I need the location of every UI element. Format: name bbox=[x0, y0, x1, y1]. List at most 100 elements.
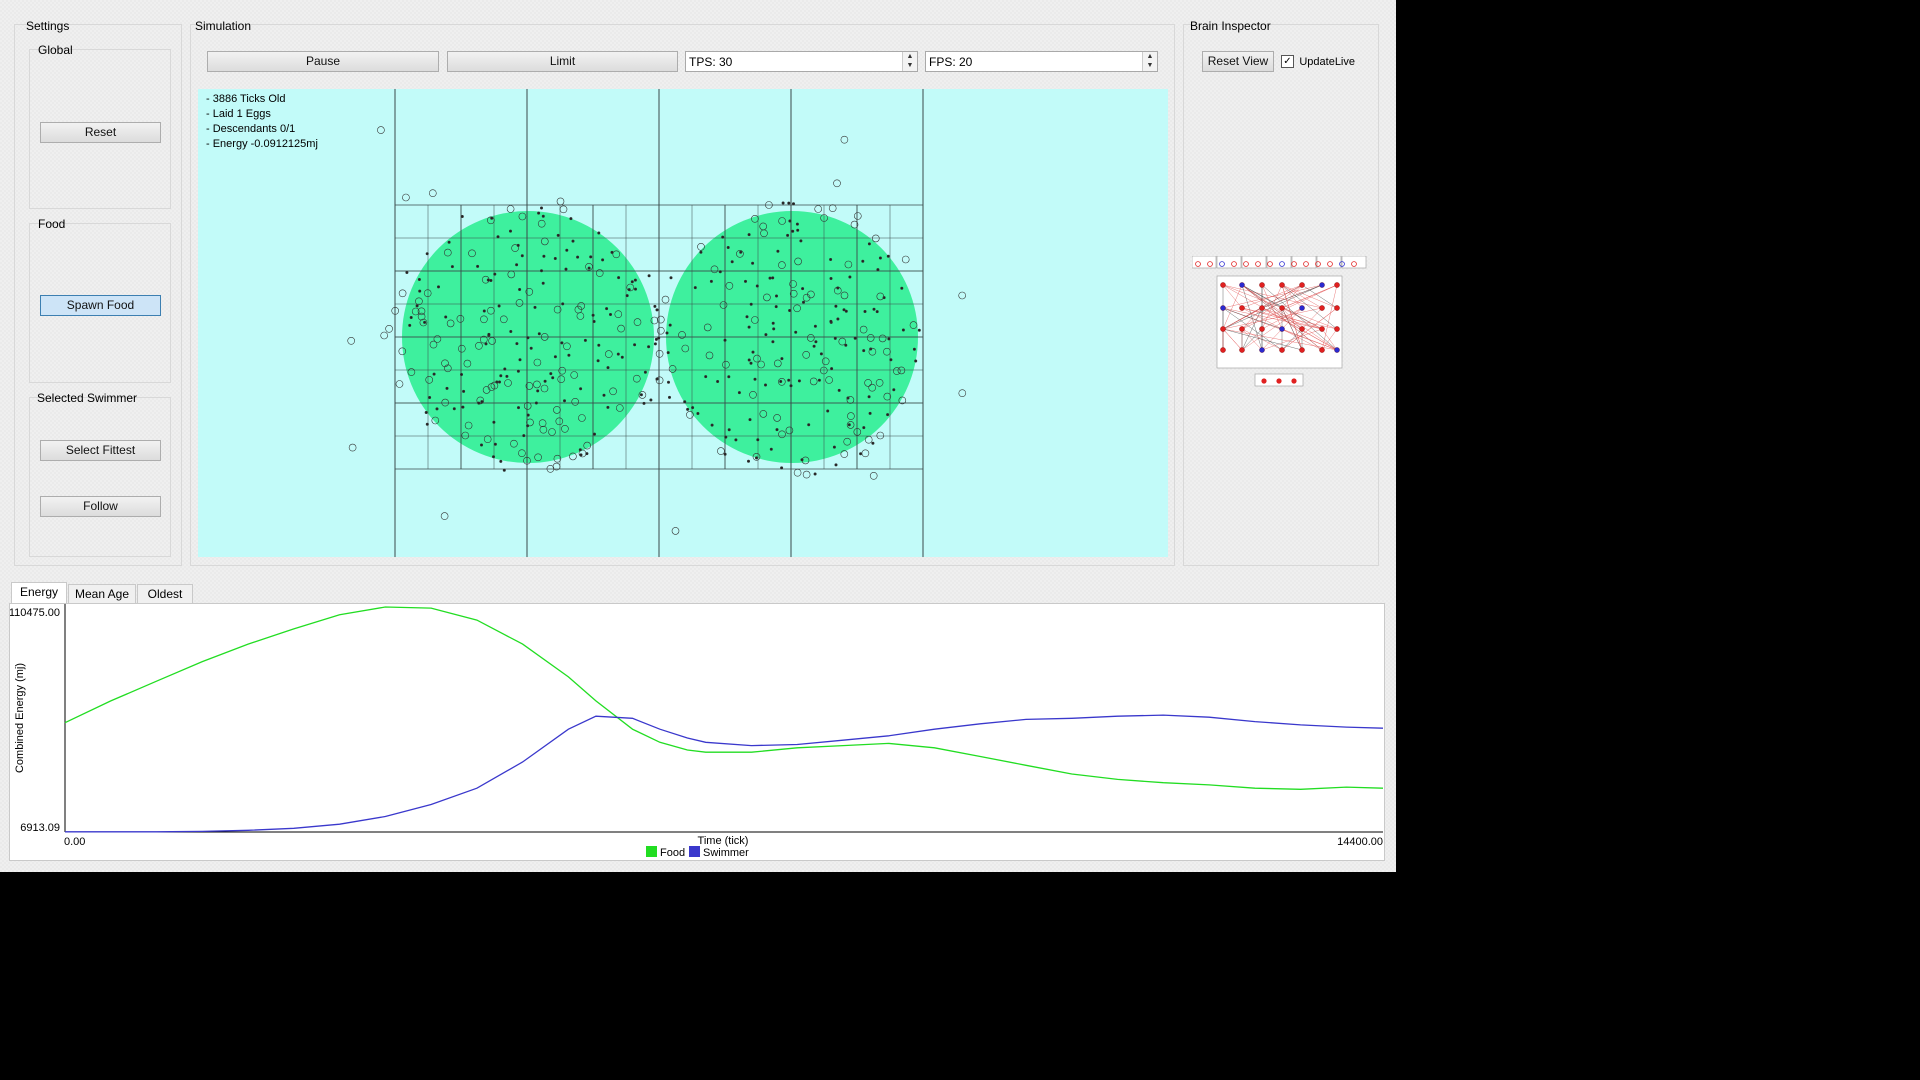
brain-neuron bbox=[1319, 305, 1325, 311]
swimmer-dot bbox=[743, 279, 747, 283]
brain-neuron bbox=[1299, 347, 1305, 353]
swimmer-dot bbox=[889, 358, 893, 362]
brain-neuron bbox=[1259, 347, 1265, 353]
swimmer-dot bbox=[887, 337, 891, 341]
swimmer-dot bbox=[748, 418, 752, 422]
legend-swimmer-swatch bbox=[689, 846, 700, 857]
swimmer-dot bbox=[829, 319, 833, 323]
swimmer-dot bbox=[826, 409, 830, 413]
swimmer-dot bbox=[900, 286, 904, 290]
swimmer-dot bbox=[408, 323, 412, 327]
tab-oldest[interactable]: Oldest bbox=[137, 584, 193, 604]
swimmer-dot bbox=[592, 432, 596, 436]
select-fittest-button[interactable]: Select Fittest bbox=[40, 440, 161, 461]
swimmer-dot bbox=[666, 351, 670, 355]
swimmer-dot bbox=[771, 321, 775, 325]
swimmer-dot bbox=[432, 372, 436, 376]
swimmer-dot bbox=[516, 243, 520, 247]
swimmer-dot bbox=[591, 313, 595, 317]
swimmer-dot bbox=[476, 264, 480, 268]
swimmer-dot bbox=[417, 278, 421, 282]
swimmer-dot bbox=[647, 345, 651, 349]
swimmer-dot bbox=[428, 395, 432, 399]
swimmer-dot bbox=[537, 211, 541, 215]
swimmer-dot bbox=[721, 235, 725, 239]
swimmer-dot bbox=[499, 459, 503, 463]
swimmer-dot bbox=[832, 445, 836, 449]
swimmer-dot bbox=[482, 309, 486, 313]
swimmer-dot bbox=[780, 357, 784, 361]
swimmer-dot bbox=[551, 376, 555, 380]
swimmer-dot bbox=[812, 344, 816, 348]
fps-stepper[interactable]: ▲ ▼ bbox=[1142, 52, 1157, 71]
down-arrow-icon[interactable]: ▼ bbox=[1143, 61, 1157, 70]
reset-view-button[interactable]: Reset View bbox=[1202, 51, 1274, 72]
swimmer-dot bbox=[746, 459, 750, 463]
swimmer-dot bbox=[780, 466, 784, 470]
swimmer-dot bbox=[508, 229, 512, 233]
tab-energy[interactable]: Energy bbox=[11, 582, 67, 604]
tps-stepper[interactable]: ▲ ▼ bbox=[902, 52, 917, 71]
food-series-line bbox=[64, 606, 1384, 790]
down-arrow-icon[interactable]: ▼ bbox=[903, 61, 917, 70]
brain-neuron bbox=[1299, 326, 1305, 332]
swimmer-dot bbox=[649, 398, 653, 402]
swimmer-dot bbox=[518, 358, 522, 362]
swimmer-dot bbox=[862, 426, 866, 430]
swimmer-dot bbox=[788, 309, 792, 313]
brain-neuron bbox=[1239, 305, 1245, 311]
fps-spinbox[interactable]: FPS: 20 ▲ ▼ bbox=[925, 51, 1158, 72]
up-arrow-icon[interactable]: ▲ bbox=[1143, 52, 1157, 61]
swimmer-dot bbox=[447, 240, 451, 244]
swimmer-dot bbox=[747, 233, 751, 237]
swimmer-dot bbox=[477, 401, 481, 405]
brain-output-neuron bbox=[1261, 378, 1267, 384]
brain-neuron bbox=[1220, 282, 1226, 288]
brain-graph[interactable] bbox=[1192, 256, 1370, 391]
up-arrow-icon[interactable]: ▲ bbox=[903, 52, 917, 61]
swimmer-dot bbox=[493, 442, 497, 446]
update-live-checkbox[interactable]: ✓ UpdateLive bbox=[1281, 54, 1355, 69]
swimmer-dot bbox=[562, 399, 566, 403]
swimmer-dot bbox=[491, 455, 495, 459]
simulation-view[interactable]: - 3886 Ticks Old - Laid 1 Eggs - Descend… bbox=[198, 89, 1168, 557]
swimmer-dot bbox=[775, 428, 779, 432]
swimmer-dot bbox=[435, 407, 439, 411]
swimmer-dot bbox=[542, 254, 546, 258]
y-tick-min: 6913.09 bbox=[20, 822, 60, 834]
swimmer-dot bbox=[787, 378, 791, 382]
swimmer-dot bbox=[834, 304, 838, 308]
swimmer-dot bbox=[654, 337, 658, 341]
swimmer-dot bbox=[756, 438, 760, 442]
swimmer-dot bbox=[515, 342, 519, 346]
swimmer-dot bbox=[630, 280, 634, 284]
limit-button[interactable]: Limit bbox=[447, 51, 678, 72]
swimmer-dot bbox=[709, 279, 713, 283]
swimmer-dot bbox=[583, 338, 587, 342]
swimmer-dot bbox=[565, 248, 569, 252]
swimmer-dot bbox=[886, 254, 890, 258]
swimmer-dot bbox=[587, 266, 591, 270]
reset-button[interactable]: Reset bbox=[40, 122, 161, 143]
tab-mean-age[interactable]: Mean Age bbox=[68, 584, 136, 604]
swimmer-dot bbox=[834, 463, 838, 467]
follow-button[interactable]: Follow bbox=[40, 496, 161, 517]
swimmer-dot bbox=[425, 252, 429, 256]
simulation-canvas[interactable] bbox=[198, 89, 1168, 557]
swimmer-dot bbox=[853, 336, 857, 340]
pause-button[interactable]: Pause bbox=[207, 51, 439, 72]
swimmer-dot bbox=[794, 330, 798, 334]
checkbox-check-icon[interactable]: ✓ bbox=[1281, 55, 1294, 69]
swimmer-dot bbox=[597, 231, 601, 235]
tps-spinbox[interactable]: TPS: 30 ▲ ▼ bbox=[685, 51, 918, 72]
swimmer-dot bbox=[526, 413, 530, 417]
swimmer-dot bbox=[788, 219, 792, 223]
brain-neuron bbox=[1239, 326, 1245, 332]
brain-neuron bbox=[1299, 282, 1305, 288]
y-axis-label: Combined Energy (mj) bbox=[14, 663, 26, 773]
spawn-food-button[interactable]: Spawn Food bbox=[40, 295, 161, 316]
brain-neuron bbox=[1279, 326, 1285, 332]
swimmer-dot bbox=[876, 268, 880, 272]
swimmer-dot bbox=[666, 380, 670, 384]
swimmer-dot bbox=[486, 278, 490, 282]
